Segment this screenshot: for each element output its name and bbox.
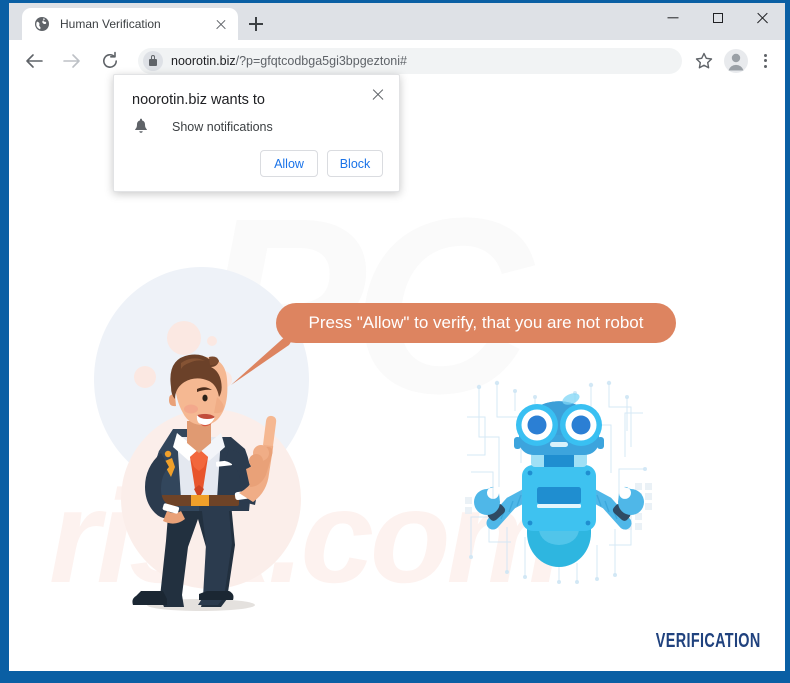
new-tab-button[interactable]: [243, 11, 269, 37]
profile-avatar-icon[interactable]: [722, 47, 750, 75]
arrow-right-icon: [63, 53, 80, 68]
tab-close-icon[interactable]: [210, 13, 232, 35]
pointing-businessman-illustration: [132, 354, 277, 611]
maximize-button[interactable]: [695, 3, 740, 33]
maximize-icon: [712, 13, 723, 23]
forward-button[interactable]: [58, 47, 86, 75]
window-close-button[interactable]: [740, 3, 785, 33]
lock-icon[interactable]: [143, 50, 163, 71]
verification-footer-label: VERIFICATION: [656, 630, 761, 652]
permission-dialog-title: noorotin.biz wants to: [132, 92, 265, 108]
url-host: noorotin.biz: [171, 53, 236, 68]
globe-icon: [35, 17, 49, 31]
arrow-left-icon: [26, 53, 43, 68]
permission-request-label: Show notifications: [172, 120, 273, 134]
url-text: noorotin.biz/?p=gfqtcodbga5gi3bpgeztoni#: [171, 54, 407, 68]
speech-bubble-text: Press "Allow" to verify, that you are no…: [308, 313, 644, 332]
browser-window: Human Verification noorotin.biz/?p=gfqtc…: [0, 0, 790, 683]
speech-bubble: Press "Allow" to verify, that you are no…: [276, 303, 676, 343]
bell-icon: [135, 118, 147, 133]
bookmark-star-icon[interactable]: [690, 47, 718, 75]
three-dot-menu-icon[interactable]: [752, 47, 778, 75]
blue-robot-illustration: [465, 380, 652, 584]
minimize-button[interactable]: [650, 3, 695, 33]
reload-icon: [103, 51, 117, 68]
tab-title: Human Verification: [60, 17, 161, 31]
allow-button[interactable]: Allow: [260, 150, 318, 177]
notification-permission-dialog: noorotin.biz wants to Show notifications…: [113, 74, 400, 192]
browser-window-inner: Human Verification noorotin.biz/?p=gfqtc…: [9, 3, 785, 671]
back-button[interactable]: [20, 47, 48, 75]
minimize-icon: [667, 17, 678, 19]
decorative-dot: [207, 336, 217, 346]
permission-dialog-close-icon[interactable]: [367, 83, 389, 105]
close-icon: [756, 12, 769, 25]
tab-human-verification[interactable]: Human Verification: [22, 8, 238, 40]
reload-button[interactable]: [96, 47, 124, 75]
address-bar[interactable]: noorotin.biz/?p=gfqtcodbga5gi3bpgeztoni#: [138, 47, 682, 74]
block-button[interactable]: Block: [327, 150, 383, 177]
permission-request-row: Show notifications: [132, 118, 273, 136]
url-path: /?p=gfqtcodbga5gi3bpgeztoni#: [235, 53, 407, 68]
decorative-dot: [167, 321, 201, 355]
tab-strip: Human Verification: [9, 3, 785, 40]
